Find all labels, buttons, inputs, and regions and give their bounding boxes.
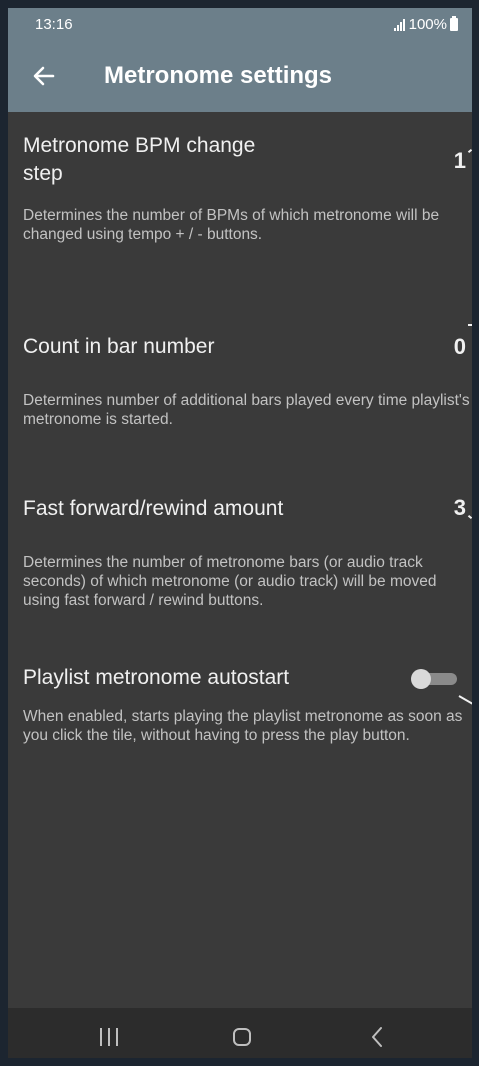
setting-title: Playlist metronome autostart xyxy=(23,666,290,689)
setting-value: 1 xyxy=(453,148,466,173)
page-title: Metronome settings xyxy=(104,62,333,89)
status-time: 13:16 xyxy=(35,16,73,33)
signal-icon xyxy=(393,18,406,31)
setting-description: Determines the number of BPMs of which m… xyxy=(23,207,440,243)
navigation-bar xyxy=(8,1008,472,1058)
setting-title: Fast forward/rewind amount xyxy=(23,497,284,520)
battery-icon xyxy=(450,16,458,31)
setting-title-line-1: Metronome BPM change xyxy=(23,134,256,157)
setting-description: When enabled, starts playing the playlis… xyxy=(23,708,463,744)
back-icon[interactable] xyxy=(368,1026,386,1048)
setting-title: Metronome BPM change step xyxy=(23,132,255,188)
home-icon[interactable] xyxy=(233,1028,251,1046)
arrow-left-icon xyxy=(33,66,55,86)
app-bar: Metronome settings xyxy=(8,40,472,112)
battery-percentage: 100% xyxy=(408,16,447,33)
value-edge-mark xyxy=(467,148,472,154)
value-edge-mark xyxy=(468,324,472,326)
setting-title-line-2: step xyxy=(23,162,63,185)
status-bar: 13:16 100% xyxy=(8,8,472,40)
autostart-toggle[interactable] xyxy=(411,669,457,689)
device-frame: 13:16 100% Metronome settings Metronome … xyxy=(0,0,479,1066)
status-indicators: 100% xyxy=(393,16,458,33)
setting-description: Determines number of additional bars pla… xyxy=(23,392,470,428)
screen: 13:16 100% Metronome settings Metronome … xyxy=(8,8,472,1058)
setting-value: 0 xyxy=(453,334,466,359)
value-edge-mark xyxy=(467,514,472,520)
toggle-thumb xyxy=(411,669,431,689)
back-button[interactable] xyxy=(26,58,62,94)
edge-line xyxy=(458,695,472,705)
setting-value: 3 xyxy=(453,495,466,520)
recent-apps-icon[interactable] xyxy=(100,1028,120,1046)
setting-title: Count in bar number xyxy=(23,335,215,358)
setting-description: Determines the number of metronome bars … xyxy=(23,554,437,609)
